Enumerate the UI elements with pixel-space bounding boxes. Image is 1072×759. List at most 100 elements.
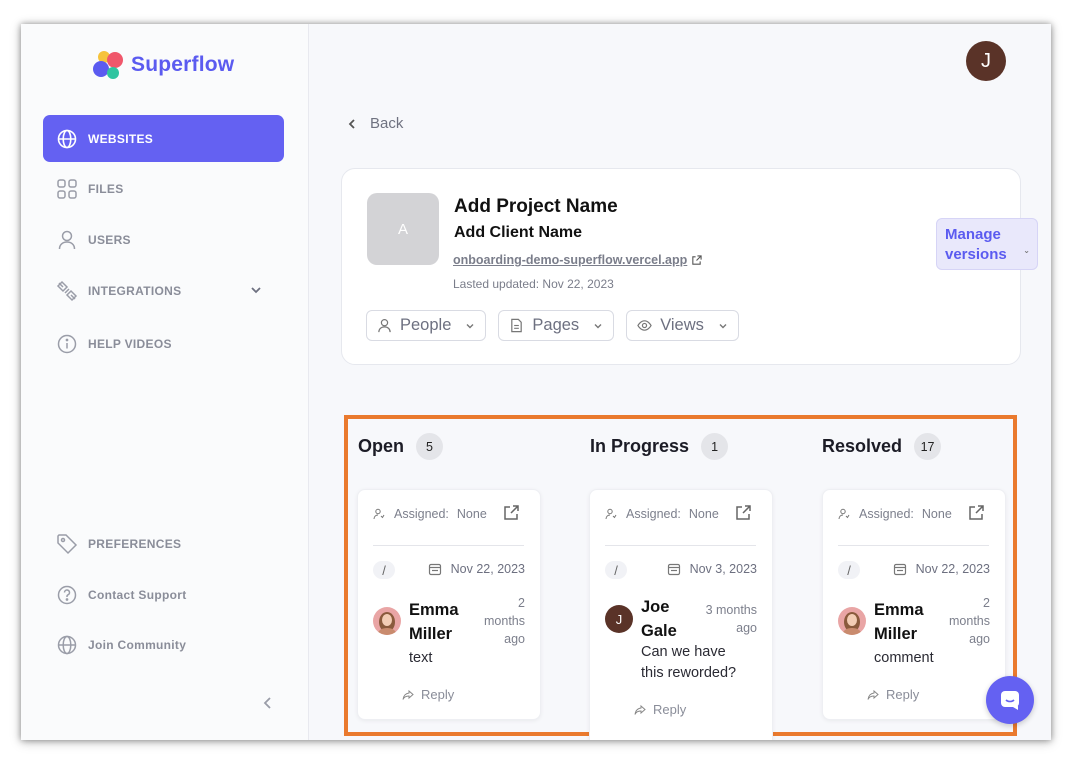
project-name[interactable]: Add Project Name: [454, 196, 618, 218]
issue-date-text: Nov 3, 2023: [689, 562, 757, 576]
sidebar-item-label: Join Community: [88, 637, 187, 652]
superflow-logo-icon: [93, 51, 123, 79]
comment-time: 2 months ago: [949, 596, 990, 646]
card-divider: [838, 545, 989, 546]
chevron-down-icon: [594, 323, 602, 328]
calendar-icon: [667, 563, 680, 576]
chat-launcher-button[interactable]: [986, 676, 1034, 724]
sidebar-item-join-community[interactable]: Join Community: [43, 621, 284, 668]
globe-icon: [56, 634, 78, 656]
plug-icon: [56, 280, 78, 302]
assigned-value: None: [921, 507, 952, 521]
sidebar-item-integrations[interactable]: INTEGRATIONS: [43, 267, 284, 314]
assigned-value: None: [688, 507, 719, 521]
sidebar-item-contact-support[interactable]: Contact Support: [43, 571, 284, 618]
reply-button[interactable]: Reply: [634, 702, 686, 717]
sidebar-item-websites[interactable]: WEBSITES: [43, 115, 284, 162]
comment-time: 3 months ago: [705, 603, 757, 635]
sidebar-item-label: PREFERENCES: [88, 536, 182, 551]
back-button[interactable]: Back: [346, 115, 403, 132]
column-title: Resolved: [822, 436, 903, 456]
open-external-icon[interactable]: [967, 504, 985, 522]
assignee-selector[interactable]: Assigned: None: [373, 507, 487, 521]
manage-versions-button[interactable]: Manage versions ⌄: [936, 218, 1038, 270]
issue-card[interactable]: Assigned: None / Nov 3, 2023 J Joe Gale: [589, 489, 773, 740]
views-filter-label: Views: [660, 316, 704, 334]
commenter-avatar: [838, 607, 866, 635]
chevron-down-icon: ⌄: [1023, 246, 1030, 255]
calendar-icon: [893, 563, 906, 576]
column-count-badge: 1: [701, 433, 729, 460]
open-external-icon[interactable]: [734, 504, 752, 522]
column-header-resolved: Resolved 17: [822, 433, 942, 460]
assignee-selector[interactable]: Assigned: None: [605, 507, 719, 521]
pages-filter[interactable]: Pages: [498, 310, 615, 341]
back-label: Back: [370, 115, 404, 132]
assignee-selector[interactable]: Assigned: None: [838, 507, 952, 521]
issues-board: Open 5 Assigned: None / Nov 22, 2023 Emm…: [344, 415, 1017, 740]
commenter-name: Emma Miller: [409, 601, 459, 643]
manage-versions-label: Manage versions: [945, 226, 1007, 263]
tag-icon: [56, 533, 78, 555]
project-url-text: onboarding-demo-superflow.vercel.app: [453, 253, 688, 267]
brand-logo[interactable]: Superflow: [91, 48, 234, 82]
reply-label: Reply: [421, 687, 455, 702]
sidebar-item-files[interactable]: FILES: [43, 165, 284, 212]
filter-bar: People Pages Views: [366, 310, 739, 341]
assignee-icon: [838, 508, 850, 520]
people-filter-label: People: [400, 316, 452, 334]
assigned-label: Assigned:: [626, 507, 681, 521]
page-icon: [511, 318, 523, 333]
project-card: A Add Project Name Add Client Name onboa…: [341, 168, 1038, 365]
issue-date: Nov 3, 2023: [667, 562, 757, 576]
globe-icon: [56, 128, 78, 150]
open-external-icon[interactable]: [502, 504, 520, 522]
sidebar: Superflow WEBSITES FILES USERS INTEGRATI…: [21, 24, 309, 740]
reply-label: Reply: [653, 702, 687, 717]
collapse-sidebar-icon[interactable]: [261, 696, 275, 710]
user-avatar[interactable]: J: [966, 41, 1006, 81]
page-path-badge: /: [605, 561, 627, 579]
project-url-link[interactable]: onboarding-demo-superflow.vercel.app: [453, 253, 702, 267]
commenter-name: Emma Miller: [874, 601, 924, 643]
chevron-down-icon: [466, 323, 474, 328]
sidebar-item-preferences[interactable]: PREFERENCES: [43, 520, 284, 567]
card-divider: [605, 545, 756, 546]
chevron-down-icon[interactable]: [250, 284, 262, 296]
comment-text: Can we have this reworded?: [641, 644, 737, 681]
sidebar-item-label: WEBSITES: [88, 131, 154, 146]
assignee-icon: [373, 508, 385, 520]
sidebar-item-label: INTEGRATIONS: [88, 283, 182, 298]
sidebar-item-label: HELP VIDEOS: [88, 336, 172, 351]
issue-card[interactable]: Assigned: None / Nov 22, 2023 Emma Mille…: [822, 489, 1006, 720]
sidebar-item-label: Contact Support: [88, 587, 187, 602]
page-path-badge: /: [838, 561, 860, 579]
issue-card[interactable]: Assigned: None / Nov 22, 2023 Emma Mille…: [357, 489, 541, 720]
reply-button[interactable]: Reply: [867, 687, 919, 702]
comment-text: comment: [874, 650, 934, 666]
commenter-name: Joe Gale: [641, 598, 677, 640]
column-title: Open: [358, 436, 405, 456]
reply-icon: [402, 689, 414, 700]
people-filter[interactable]: People: [366, 310, 487, 341]
column-header-open: Open 5: [358, 433, 444, 460]
info-icon: [56, 333, 78, 355]
client-name[interactable]: Add Client Name: [454, 224, 582, 242]
page-path-badge: /: [373, 561, 395, 579]
issue-date-text: Nov 22, 2023: [915, 562, 990, 576]
reply-button[interactable]: Reply: [402, 687, 454, 702]
comment-text: text: [409, 650, 433, 666]
chevron-down-icon: [719, 323, 727, 328]
sidebar-item-help-videos[interactable]: HELP VIDEOS: [43, 320, 284, 367]
views-filter[interactable]: Views: [626, 310, 739, 341]
grid-icon: [56, 178, 78, 200]
sidebar-item-users[interactable]: USERS: [43, 216, 284, 263]
chat-icon: [1001, 691, 1019, 710]
commenter-avatar: J: [605, 605, 633, 633]
commenter-avatar: [373, 607, 401, 635]
app-window: Superflow WEBSITES FILES USERS INTEGRATI…: [21, 24, 1051, 740]
reply-label: Reply: [886, 687, 920, 702]
reply-icon: [634, 704, 646, 715]
brand-name: Superflow: [131, 53, 235, 76]
assigned-value: None: [456, 507, 487, 521]
